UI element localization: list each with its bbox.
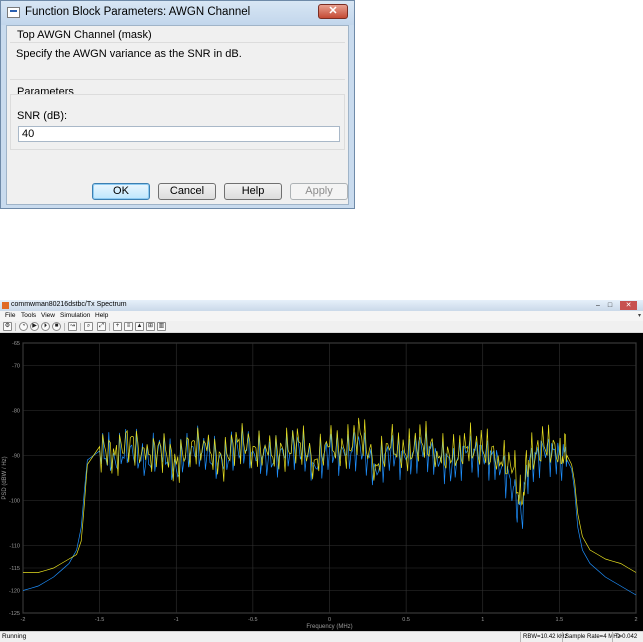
scope-settings-icon[interactable]: ⚙ [3, 322, 12, 331]
help-button[interactable]: Help [224, 183, 282, 200]
x-tick-label: 0 [328, 617, 331, 623]
y-tick-label: -115 [9, 566, 20, 572]
dialog-title: Function Block Parameters: AWGN Channel [25, 6, 251, 18]
peak-finder-icon[interactable]: ▲ [135, 322, 144, 331]
menu-file[interactable]: File [5, 312, 15, 319]
cursor-measurements-icon[interactable]: ⊞ [146, 322, 155, 331]
y-tick-label: -70 [12, 364, 20, 370]
toolbar-separator [80, 323, 81, 331]
x-tick-label: 1 [481, 617, 484, 623]
menu-bar: File Tools View Simulation Help ▾ [0, 311, 643, 321]
spectrum-plot[interactable]: -2 -1.5 -1 -0.5 0 0.5 1 1.5 2 -65 -70 -80 -90 -100 -11… [0, 333, 643, 631]
awgn-parameters-dialog: Function Block Parameters: AWGN Channel … [0, 0, 355, 209]
x-tick-label: -1 [174, 617, 179, 623]
y-tick-label: -90 [12, 454, 20, 460]
cancel-button[interactable]: Cancel [158, 183, 216, 200]
x-tick-label: -0.5 [248, 617, 257, 623]
y-tick-label: -125 [9, 611, 20, 617]
menu-simulation[interactable]: Simulation [60, 312, 90, 319]
scope-title: commwman80216dstbc/Tx Spectrum [11, 301, 127, 308]
x-tick-label: -1.5 [95, 617, 104, 623]
x-tick-label: -2 [21, 617, 26, 623]
x-tick-label: 2 [634, 617, 637, 623]
x-tick-label: 1.5 [556, 617, 564, 623]
mask-divider-bottom [10, 79, 345, 80]
y-tick-label: -65 [12, 341, 20, 347]
apply-button: Apply [290, 183, 348, 200]
scope-toolbar: ⚙ ◔ ▶ ⏵ ■ ↝ ⌕ ⤢ + ≡ ▲ ⊞ ▥ [0, 321, 643, 333]
spectrum-scope-window: commwman80216dstbc/Tx Spectrum – □ ✕ Fil… [0, 300, 643, 642]
menu-view[interactable]: View [41, 312, 55, 319]
simulink-block-icon [7, 7, 20, 18]
measurements-icon[interactable]: ≡ [124, 322, 133, 331]
run-icon[interactable]: ◔ [19, 322, 28, 331]
zoom-icon[interactable]: ⌕ [84, 322, 93, 331]
y-tick-label: -110 [9, 544, 20, 550]
stop-icon[interactable]: ■ [52, 322, 61, 331]
scope-titlebar[interactable]: commwman80216dstbc/Tx Spectrum – □ ✕ [0, 300, 643, 311]
spectrum-chart[interactable]: -2 -1.5 -1 -0.5 0 0.5 1 1.5 2 -65 -70 -80 -90 -100 -11… [0, 333, 643, 631]
step-icon[interactable]: ⏵ [41, 322, 50, 331]
play-icon[interactable]: ▶ [30, 322, 39, 331]
menu-tools[interactable]: Tools [21, 312, 36, 319]
x-tick-label: 0.5 [402, 617, 410, 623]
rbw-readout: RBW=10.42 kHz [520, 632, 568, 642]
ok-button[interactable]: OK [92, 183, 150, 200]
mask-header: Top AWGN Channel (mask) [17, 29, 152, 41]
close-icon[interactable]: ✕ [620, 301, 637, 310]
menu-help[interactable]: Help [95, 312, 108, 319]
mask-divider [10, 42, 345, 43]
data-cursor-icon[interactable]: + [113, 322, 122, 331]
y-tick-label: -100 [9, 499, 20, 505]
y-tick-label: -80 [12, 409, 20, 415]
close-icon[interactable]: ✕ [318, 4, 348, 19]
maximize-icon[interactable]: □ [605, 301, 615, 310]
toolbar-separator [109, 323, 110, 331]
channel-measurements-icon[interactable]: ▥ [157, 322, 166, 331]
status-bar: Running RBW=10.42 kHz Sample Rate=4 MHz … [0, 631, 643, 642]
snr-input[interactable] [18, 126, 340, 142]
snr-label: SNR (dB): [17, 110, 68, 122]
minimize-icon[interactable]: – [593, 301, 603, 310]
toolbar-separator [64, 323, 65, 331]
matlab-icon [2, 302, 9, 309]
dialog-titlebar[interactable]: Function Block Parameters: AWGN Channel … [1, 1, 354, 25]
autoscale-icon[interactable]: ⤢ [97, 322, 106, 331]
mask-description: Specify the AWGN variance as the SNR in … [16, 48, 242, 60]
toolbar-separator [15, 323, 16, 331]
x-axis-label: Frequency (MHz) [306, 624, 352, 630]
menubar-expand-icon[interactable]: ▾ [638, 312, 641, 319]
y-tick-label: -120 [9, 589, 20, 595]
y-axis-label: PSD (dBW / Hz) [2, 456, 8, 499]
dialog-body: Top AWGN Channel (mask) Specify the AWGN… [6, 25, 349, 205]
time-readout: T=0.042 [612, 632, 637, 642]
highlight-icon[interactable]: ↝ [68, 322, 77, 331]
simulation-state: Running [2, 633, 27, 640]
